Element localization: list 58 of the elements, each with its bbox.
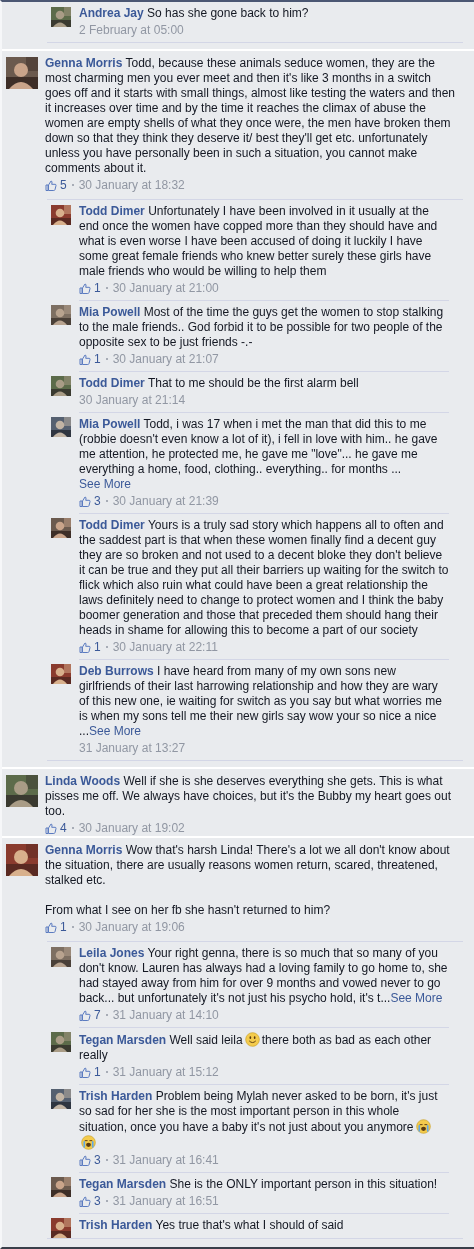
like-count: 3	[94, 1193, 101, 1209]
see-more-link[interactable]: See More	[390, 991, 443, 1005]
author-link[interactable]: Todd Dimer	[79, 376, 145, 390]
thumbs-up-icon	[79, 1009, 91, 1021]
author-link[interactable]: Tegan Marsden	[79, 1033, 167, 1047]
thumbs-up-icon	[79, 353, 91, 365]
like-count: 1	[94, 280, 101, 296]
like-count: 4	[60, 820, 67, 836]
crying-face-icon	[81, 1135, 96, 1150]
reply-text: Deb Burrows I have heard from many of my own sons new girlfriends of their last harrowing relationship and how they are wary of this new one, ie waiting for switch as you say but what worries me is when my sons tell me their new girls say wow your so nice a nice ...See More	[79, 664, 443, 739]
author-link[interactable]: Trish Harden	[79, 1218, 153, 1232]
see-more-link[interactable]: See More	[89, 724, 142, 738]
comment-text: Genna Morris Wow that's harsh Linda! There's a lot we all don't know about the situation, there are usually reasons women return, scared, threatened, stalked etc. From what I see on her fb she hasn't returned to him?	[45, 843, 451, 918]
reply-text: Todd Dimer Unfortunately I have been involved in it usually at the end once the women have copped more than they should have and what is even worse I have been accused of doing it luckily I have some great female friends who knew better surely these girls have male friends who would be willing to help them	[79, 204, 439, 279]
see-more-link[interactable]: See More	[79, 477, 132, 491]
thumbs-up-icon	[79, 641, 91, 653]
like-count: 3	[94, 1152, 101, 1168]
reply-text: Andrea Jay So has she gone back to him?	[79, 6, 310, 21]
author-link[interactable]: Deb Burrows	[79, 664, 154, 678]
reply-text: Trish Harden Yes true that's what I should of said	[79, 1218, 345, 1233]
like-count: 1	[94, 351, 101, 367]
reply-text: Leila Jones Your right genna, there is so much that so many of you don't know. Lauren has always had a loving family to go home to, she had stayed away from him for over 9 months and vowed never to go back... but unfortunately it's not just his psycho hold, it's t...See More	[79, 946, 449, 1006]
thumbs-up-icon	[79, 1195, 91, 1207]
reply-text: Tegan Marsden Well said leila there both as bad as each other really	[79, 1032, 433, 1063]
crying-face-icon	[415, 1119, 431, 1134]
reply-text: Todd Dimer That to me should be the first alarm bell	[79, 376, 360, 391]
author-link[interactable]: Genna Morris	[45, 56, 123, 70]
author-link[interactable]: Trish Harden	[79, 1089, 153, 1103]
like-count: 1	[94, 1064, 101, 1080]
like-count: 5	[60, 177, 67, 193]
thumbs-up-icon	[79, 1066, 91, 1078]
reply-text: Tegan Marsden She is the ONLY important person in this situation!	[79, 1177, 439, 1192]
like-count: 1	[94, 639, 101, 655]
thumbs-up-icon	[45, 822, 57, 834]
comment-text: Linda Woods Well if she is she deserves everything she gets. This is what pisses me off. We always have choices, but it's the Bubby my heart goes out too.	[45, 774, 453, 819]
like-count: 3	[94, 493, 101, 509]
comment-text: Genna Morris Todd, because these animals seduce women, they are the most charming men you ever meet and then it's like 3 months in a switch goes off and it starts with small things, almost like testing the waters and then it increases over time and by the time it reaches the climax of abuse the women are empty shells of what they once were, the men have broken them down so that they think they deserve it/ best they'll get etc. unfortunately unless you have personally been in such a situation, you cannot make comments about it.	[45, 56, 456, 176]
reply-text: Mia Powell Most of the time the guys get the women to stop stalking to the male friends.. God forbid it to be possible for two people of the opposite sex to be just friends -.-	[79, 305, 445, 350]
reply-text: Trish Harden Problem being Mylah never asked to be born, it's just so sad for her she is the most important person in this whole situation, once you have a baby it's not just about you anymore	[79, 1089, 449, 1151]
author-link[interactable]: Leila Jones	[79, 946, 145, 960]
reply-text: Todd Dimer Yours is a truly sad story which happens all to often and the saddest part is that when these women finally find a decent guy they are so broken and not used to a decent bloke they don't believe it can be true and they put all their barriers up waiting for the switch to flick which also ruin what could have been a great relationship the laws definitely need to change to protect women and I think the baby boomer generation and those that preceded them should hang their heads in shame for allowing this to become a part of our society	[79, 518, 449, 638]
thumbs-up-icon	[45, 921, 57, 933]
thumbs-up-icon	[45, 179, 57, 191]
author-link[interactable]: Andrea Jay	[79, 6, 144, 20]
reply-text: Mia Powell Todd, i was 17 when i met the man that did this to me (robbie doesn't even know a lot of it), i fell in love with him.. he gave me attention, he protected me, he gave me "love"... he gave me everything a home, food, clothing.. everything.. for months ... See More	[79, 417, 439, 492]
smiley-icon	[244, 1032, 260, 1047]
like-count: 1	[60, 919, 67, 935]
author-link[interactable]: Todd Dimer	[79, 518, 145, 532]
author-link[interactable]: Mia Powell	[79, 417, 141, 431]
author-link[interactable]: Todd Dimer	[79, 204, 145, 218]
thumbs-up-icon	[79, 282, 91, 294]
author-link[interactable]: Mia Powell	[79, 305, 141, 319]
author-link[interactable]: Tegan Marsden	[79, 1177, 167, 1191]
author-link[interactable]: Genna Morris	[45, 843, 123, 857]
thumbs-up-icon	[79, 495, 91, 507]
thumbs-up-icon	[79, 1154, 91, 1166]
author-link[interactable]: Linda Woods	[45, 774, 121, 788]
like-count: 7	[94, 1007, 101, 1023]
